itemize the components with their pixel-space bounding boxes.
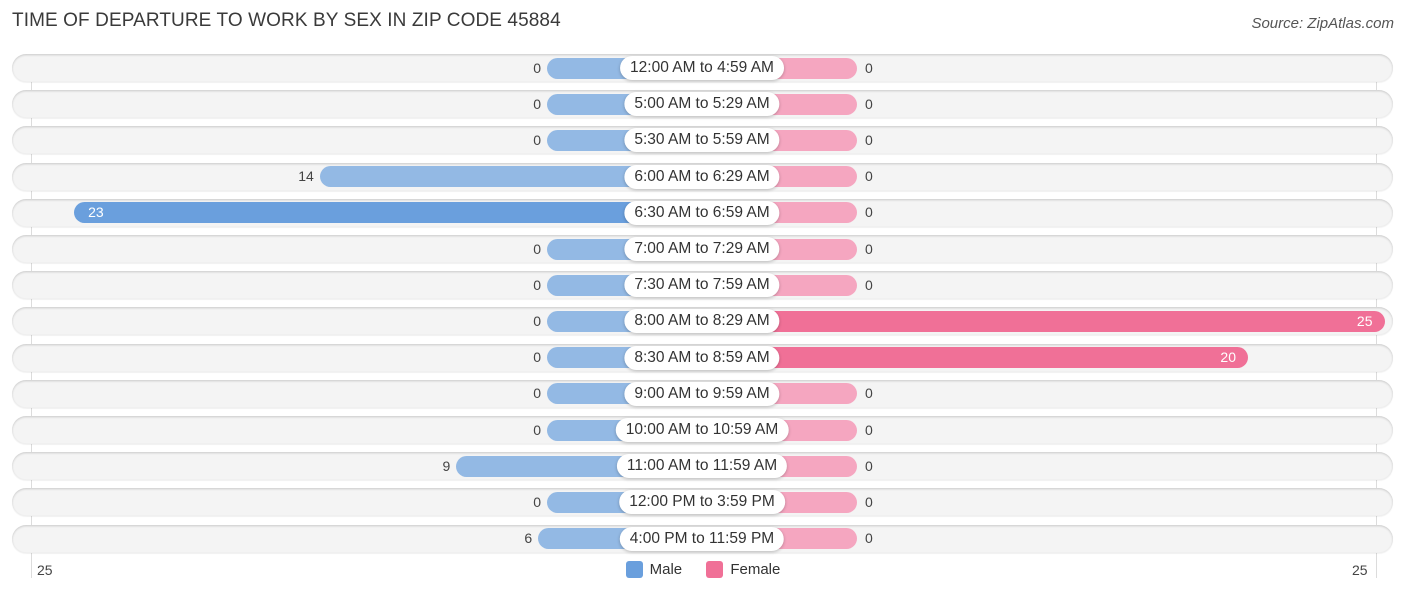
female-value-label: 0	[865, 168, 873, 185]
legend-item-male[interactable]: Male	[625, 561, 683, 578]
male-value-label: 0	[533, 312, 541, 329]
legend-item-female[interactable]: Female	[706, 561, 780, 578]
legend: Male Female	[0, 561, 1406, 582]
female-value-label: 0	[865, 240, 873, 257]
category-label: 4:00 PM to 11:59 PM	[619, 526, 785, 551]
male-value-label: 0	[533, 493, 541, 510]
female-value-label: 0	[865, 95, 873, 112]
male-value-label: 0	[533, 385, 541, 402]
category-label: 8:00 AM to 8:29 AM	[624, 309, 780, 334]
category-label: 12:00 AM to 4:59 AM	[620, 56, 784, 80]
female-value-label: 0	[865, 421, 873, 438]
male-value-label: 0	[533, 421, 541, 438]
female-value-label: 0	[865, 131, 873, 148]
male-value-label: 0	[533, 59, 541, 76]
male-value-label: 0	[533, 95, 541, 112]
female-value-label: 0	[865, 530, 873, 547]
female-bar[interactable]	[702, 347, 1248, 369]
category-label: 8:30 AM to 8:59 AM	[624, 345, 780, 370]
female-value-label: 0	[865, 457, 873, 474]
category-label: 10:00 AM to 10:59 AM	[615, 418, 789, 442]
category-label: 5:00 AM to 5:29 AM	[624, 92, 780, 117]
male-value-label: 14	[298, 168, 314, 185]
legend-label-female: Female	[730, 561, 781, 578]
female-value-label: 0	[865, 493, 873, 510]
male-value-label: 0	[533, 276, 541, 293]
category-label: 9:00 AM to 9:59 AM	[624, 381, 780, 406]
male-swatch-icon	[625, 561, 643, 578]
female-value-label: 20	[1220, 349, 1236, 366]
female-value-label: 0	[865, 385, 873, 402]
male-value-label: 0	[533, 131, 541, 148]
male-value-label: 23	[88, 204, 104, 221]
female-bar[interactable]	[702, 310, 1385, 332]
male-value-label: 9	[442, 457, 451, 474]
male-value-label: 6	[524, 530, 533, 547]
female-value-label: 0	[865, 276, 873, 293]
male-value-label: 0	[533, 240, 541, 257]
category-label: 6:00 AM to 6:29 AM	[624, 164, 780, 189]
female-swatch-icon	[706, 561, 724, 578]
category-label: 5:30 AM to 5:59 AM	[624, 128, 780, 153]
legend-label-male: Male	[649, 561, 683, 578]
male-bar[interactable]	[74, 202, 702, 224]
male-value-label: 0	[533, 349, 541, 366]
category-label: 6:30 AM to 6:59 AM	[624, 200, 780, 225]
category-label: 7:30 AM to 7:59 AM	[624, 273, 780, 298]
category-label: 7:00 AM to 7:29 AM	[624, 237, 780, 261]
female-value-label: 0	[865, 59, 873, 76]
category-label: 12:00 PM to 3:59 PM	[619, 490, 785, 515]
female-value-label: 0	[865, 204, 873, 221]
female-value-label: 25	[1356, 312, 1373, 329]
diverging-bar-chart: 0 0 12:00 AM to 4:59 AM 0 0 5:00 AM to 5:29 A…	[0, 0, 1406, 595]
category-label: 11:00 AM to 11:59 AM	[616, 454, 788, 479]
